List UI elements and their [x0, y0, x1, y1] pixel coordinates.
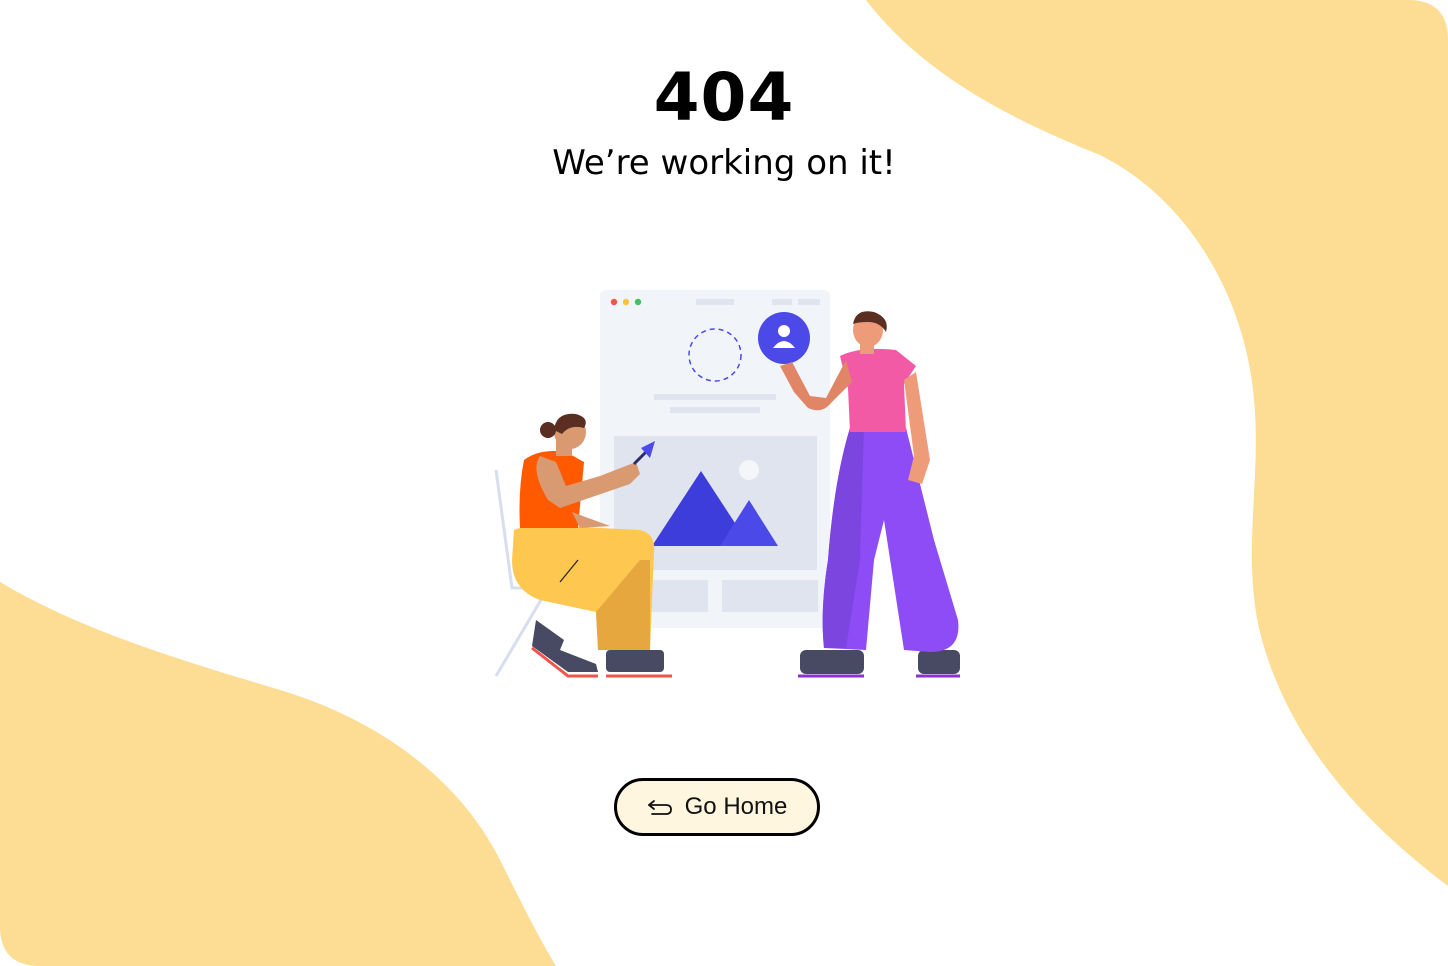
error-code: 404 [653, 59, 795, 136]
go-home-label: Go Home [684, 793, 788, 820]
return-arrow-icon [647, 798, 673, 816]
profile-bubble [758, 312, 810, 364]
people-designing-webpage-illustration [494, 290, 960, 678]
error-page: 404 We’re working on it! Go Home [0, 0, 1448, 966]
go-home-button[interactable]: Go Home [614, 778, 820, 836]
sitting-woman [512, 413, 672, 678]
error-message: We’re working on it! [552, 143, 896, 183]
bottom-left-blob [0, 582, 556, 966]
